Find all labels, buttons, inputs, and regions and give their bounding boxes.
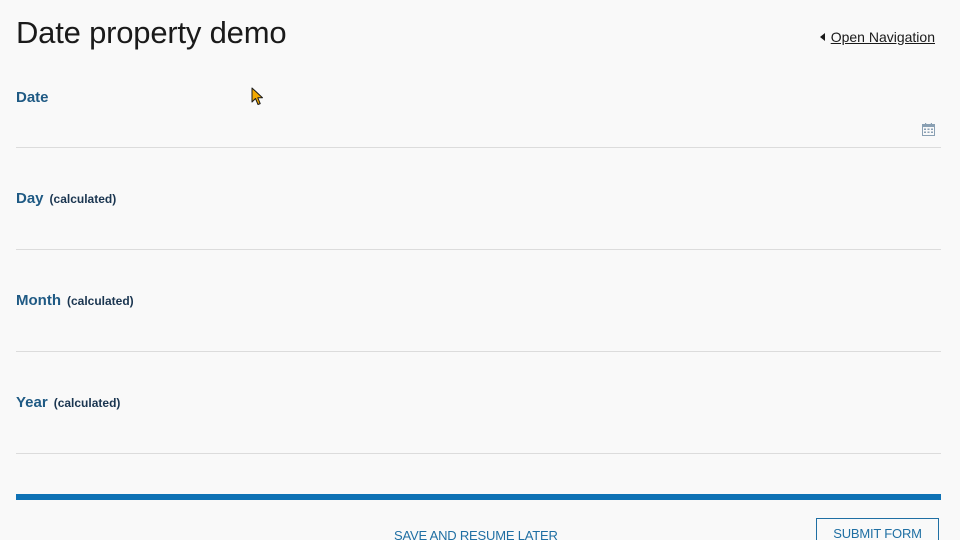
calendar-icon[interactable] [922,123,935,136]
month-calculated-note: (calculated) [66,294,134,308]
day-field: Day (calculated) [16,148,941,250]
date-input[interactable] [16,118,941,144]
month-field: Month (calculated) [16,250,941,352]
month-input[interactable] [16,320,941,346]
day-label-text: Day [16,190,44,207]
day-calculated-note: (calculated) [49,192,117,206]
month-field-label: Month (calculated) [16,292,134,309]
form-footer-divider [16,494,941,500]
year-input[interactable] [16,422,941,448]
date-field-label: Date [16,89,49,106]
open-navigation-link[interactable]: Open Navigation [819,29,935,45]
submit-form-button[interactable]: SUBMIT FORM [816,518,939,540]
caret-left-icon [819,33,825,41]
date-field: Date [16,78,941,148]
year-field: Year (calculated) [16,352,941,454]
save-and-resume-later-button[interactable]: SAVE AND RESUME LATER [394,528,558,540]
day-field-label: Day (calculated) [16,190,116,207]
year-calculated-note: (calculated) [53,396,121,410]
year-field-label: Year (calculated) [16,394,120,411]
open-navigation-label: Open Navigation [830,29,935,45]
date-label-text: Date [16,89,49,106]
year-label-text: Year [16,394,48,411]
form-page: Date property demo Open Navigation Date [0,0,960,540]
mouse-cursor-icon [251,87,263,105]
day-input[interactable] [16,218,941,244]
month-label-text: Month [16,292,61,309]
page-title: Date property demo [16,15,287,50]
